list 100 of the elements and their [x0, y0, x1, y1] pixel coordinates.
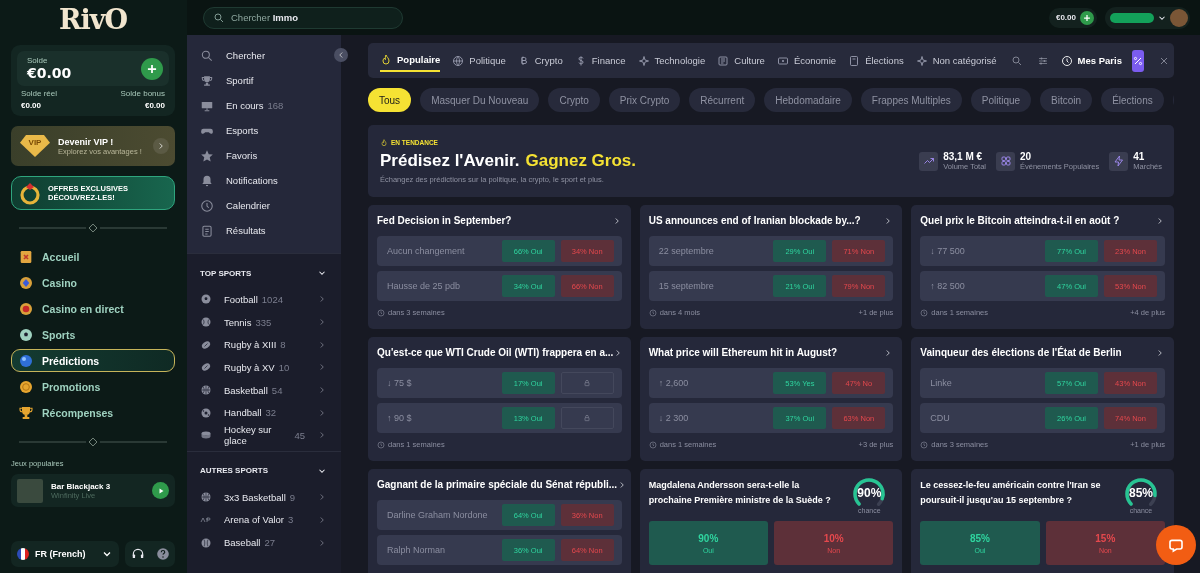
nav-item[interactable]: Casino en direct — [11, 297, 175, 320]
sport-item[interactable]: 3x3 Basketball 9 — [187, 485, 341, 509]
sport-item[interactable]: Basketball 54 — [187, 378, 341, 402]
tennis-ball-icon — [200, 316, 212, 329]
outcome-label: 15 septembre — [658, 281, 715, 291]
menu-item[interactable]: En cours 168 — [187, 93, 341, 118]
nav-item[interactable]: Prédictions — [11, 349, 175, 372]
percent-icon — [1132, 54, 1144, 67]
clock-icon — [200, 198, 214, 213]
menu-label: Favoris — [226, 150, 258, 161]
category-tab[interactable]: Culture — [717, 50, 765, 71]
category-tab[interactable]: Crypto — [517, 50, 563, 71]
balance-pill[interactable]: €0.00 — [1048, 7, 1097, 28]
sport-item[interactable]: Tennis 335 — [187, 310, 341, 334]
section-toggle[interactable]: AUTRES SPORTS — [187, 461, 341, 480]
headset-icon[interactable] — [130, 547, 145, 561]
outcome-label: ↓ 2 300 — [658, 413, 690, 423]
ruby-icon — [18, 300, 34, 317]
filter-chip[interactable]: Tous — [368, 88, 412, 112]
nav-item[interactable]: Accueil — [11, 245, 175, 268]
category-tab[interactable]: Technologie — [637, 50, 706, 71]
nav-item[interactable]: Sports — [11, 323, 175, 346]
market-title: Magdalena Andersson sera-t-elle la prochaine Première ministre de la Suède ? — [648, 479, 832, 507]
count: 45 — [294, 429, 305, 441]
category-tab[interactable]: Politique — [452, 50, 506, 71]
language-dropdown[interactable]: FR (French) — [11, 541, 119, 567]
newspaper-icon — [717, 54, 730, 67]
account-menu[interactable] — [1105, 6, 1190, 29]
category-tab[interactable]: Non catégorisé — [915, 50, 997, 71]
vip-badge: VIP — [20, 135, 50, 157]
trophy-cup-icon — [18, 404, 34, 421]
nav-item[interactable]: Promotions — [11, 375, 175, 398]
outcome-label: ↑ 2,600 — [658, 378, 690, 388]
sport-item[interactable]: Rugby à XIII 8 — [187, 333, 341, 357]
menu-label: Esports — [226, 125, 259, 136]
filter-chip[interactable]: Politique — [970, 88, 1032, 112]
nav-item[interactable]: Casino — [11, 271, 175, 294]
vip-arrow-button[interactable] — [153, 138, 169, 154]
filter-chip[interactable]: Crypto — [548, 88, 600, 112]
gem-icon — [18, 274, 34, 291]
flag-icon — [17, 548, 29, 560]
filter-chip[interactable]: Élections — [1101, 88, 1164, 112]
sport-item[interactable]: Handball 32 — [187, 401, 341, 425]
filter-chip[interactable]: Frappes Multiples — [860, 88, 962, 112]
sport-item[interactable]: Arena of Valor 3 — [187, 508, 341, 532]
bolt-icon — [1109, 151, 1129, 171]
chat-overlay[interactable] — [1156, 525, 1196, 565]
crystal-ball-icon — [18, 352, 34, 369]
category-tab[interactable]: Finance — [574, 50, 626, 71]
sparkle-icon — [637, 54, 650, 67]
outcome-label: CDU — [930, 413, 951, 423]
menu-item[interactable]: Résultats — [187, 218, 341, 243]
sparkle-icon — [915, 54, 928, 67]
sport-item[interactable]: Football 1024 — [187, 288, 341, 311]
basketball-icon — [200, 491, 212, 504]
filter-chip[interactable]: Bitcoin — [1040, 88, 1093, 112]
market-title: Le cessez-le-feu américain contre l'Iran se poursuit-il jusqu'au 15 septembre ? — [920, 479, 1102, 507]
percent-toggle[interactable] — [1132, 49, 1144, 72]
sport-name: Handball — [224, 407, 262, 419]
count: 3 — [288, 514, 294, 526]
category-tab[interactable]: Économie — [776, 50, 837, 71]
market-title: Qu'est-ce que WTI Crude Oil (WTI) frappera en a... — [377, 347, 614, 358]
outcome-label: Ralph Norman — [387, 545, 447, 555]
search-field[interactable]: Chercher Immo — [203, 6, 403, 29]
search-icon[interactable] — [1010, 54, 1023, 67]
real-balance-label: Solde réel — [21, 89, 58, 98]
stat-value: 20 — [1020, 151, 1033, 162]
outcome-label: ↑ 90 $ — [387, 413, 413, 423]
section-toggle[interactable]: TOP SPORTS — [187, 264, 341, 282]
category-tab[interactable]: Populaire — [380, 49, 441, 72]
my-bets-button[interactable]: Mes Paris — [1060, 54, 1122, 67]
logo[interactable]: RivO — [11, 0, 175, 42]
ballot-icon — [848, 54, 861, 67]
filter-chip[interactable]: Masquer Du Nouveau — [420, 88, 540, 112]
timer-icon — [377, 308, 385, 317]
filter-chip[interactable]: Hebdomadaire — [764, 88, 852, 112]
count: 1024 — [261, 293, 283, 305]
menu-item[interactable]: Notifications — [187, 168, 341, 193]
category-tab[interactable]: Élections — [848, 50, 904, 71]
menu-item[interactable]: Calendrier — [187, 193, 341, 218]
menu-item[interactable]: Favoris — [187, 143, 341, 168]
trophy-icon — [200, 73, 214, 88]
deposit-button[interactable] — [141, 57, 163, 80]
menu-item[interactable]: Esports — [187, 118, 341, 143]
filter-chip[interactable]: Prix Crypto — [608, 88, 681, 112]
play-button[interactable] — [152, 482, 169, 499]
sport-item[interactable]: Hockey sur glace 45 — [187, 424, 341, 447]
menu-item[interactable]: Sportif — [187, 68, 341, 93]
outcome-label: Darline Graham Nordone — [387, 510, 489, 520]
sport-item[interactable]: Rugby à XV 10 — [187, 356, 341, 379]
sport-item[interactable]: Baseball 27 — [187, 531, 341, 554]
collapse-button[interactable] — [334, 48, 348, 62]
market-title: Fed Decision in September? — [377, 215, 512, 226]
filter-chip[interactable]: Récurrent — [689, 88, 756, 112]
nav-item[interactable]: Récompenses — [11, 401, 175, 424]
market-title: Quel prix le Bitcoin atteindra-t-il en août ? — [920, 215, 1120, 226]
help-icon[interactable] — [155, 547, 170, 561]
menu-item[interactable]: Chercher — [187, 43, 341, 68]
outcome-label: Linke — [930, 378, 953, 388]
lock-icon — [583, 379, 592, 387]
